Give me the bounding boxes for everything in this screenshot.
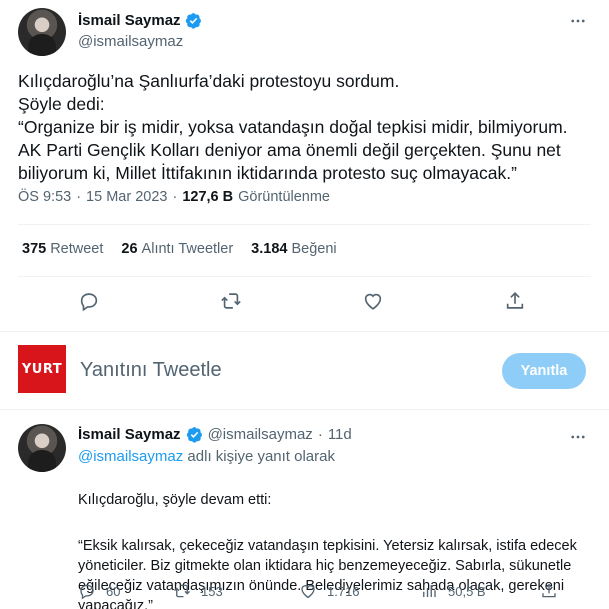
quotes-stat[interactable]: 26 Alıntı Tweetler [121, 241, 233, 257]
like-action[interactable]: 1.716 [299, 582, 420, 600]
replying-to: @ismailsaymaz adlı kişiye yanıt olarak [78, 448, 335, 465]
views-icon[interactable] [420, 582, 438, 600]
more-icon[interactable] [567, 10, 589, 32]
likes-count: 1.716 [327, 583, 360, 599]
author-name-row[interactable]: İsmail Saymaz [78, 12, 202, 29]
retweets-stat[interactable]: 375 Retweet [22, 241, 103, 257]
likes-label[interactable]: Beğeni [291, 241, 336, 257]
quotes-label[interactable]: Alıntı Tweetler [142, 241, 234, 257]
reply-text-line1: Kılıçdaroğlu, şöyle devam etti: [78, 492, 272, 508]
reply-tweet[interactable]: İsmail Saymaz @ismailsaymaz · 11d @ismai… [0, 410, 609, 609]
author-handle[interactable]: @ismailsaymaz [78, 33, 183, 50]
replying-mention[interactable]: @ismailsaymaz [78, 448, 183, 465]
likes-stat[interactable]: 3.184 Beğeni [251, 241, 336, 257]
author-name[interactable]: İsmail Saymaz [78, 426, 181, 443]
views-action[interactable]: 50,5 B [420, 582, 540, 600]
views-count: 50,5 B [448, 583, 486, 599]
replies-count: 60 [106, 583, 121, 599]
tweet-time[interactable]: ÖS 9:53 [18, 189, 71, 205]
replying-suffix: adlı kişiye yanıt olarak [187, 448, 335, 465]
tweet-text: Kılıçdaroğlu’na Şanlıurfa’daki protestoy… [18, 71, 568, 183]
verified-badge-icon [185, 13, 201, 29]
divider [18, 224, 591, 225]
author-avatar[interactable] [18, 424, 66, 472]
main-tweet: İsmail Saymaz @ismailsaymaz Kılıçdaroğlu… [0, 0, 609, 332]
reply-header: İsmail Saymaz @ismailsaymaz · 11d [78, 426, 352, 443]
reply-actions: 60 153 1.716 50,5 B [78, 582, 558, 600]
meta-separator: · [76, 189, 82, 205]
retweets-count[interactable]: 375 [22, 241, 46, 257]
tweet-actions [0, 290, 609, 314]
meta-separator: · [172, 189, 178, 205]
like-icon[interactable] [362, 290, 384, 312]
tweet-age[interactable]: 11d [328, 426, 352, 443]
likes-count[interactable]: 3.184 [251, 241, 287, 257]
reply-action[interactable]: 60 [78, 582, 173, 600]
retweets-count: 153 [201, 583, 223, 599]
share-action[interactable] [540, 582, 558, 600]
share-icon[interactable] [504, 290, 526, 312]
tweet-stats: 375 Retweet 26 Alıntı Tweetler 3.184 Beğ… [22, 241, 337, 257]
retweet-icon[interactable] [173, 582, 191, 600]
verified-badge-icon [186, 427, 202, 443]
retweet-icon[interactable] [220, 290, 242, 312]
author-handle[interactable]: @ismailsaymaz [208, 426, 313, 443]
divider [18, 276, 591, 277]
header-separator: · [317, 426, 323, 443]
views-count[interactable]: 127,6 B [182, 189, 233, 205]
user-avatar-yurt-logo[interactable]: YURT [18, 345, 66, 393]
tweet-meta: ÖS 9:53 · 15 Mar 2023 · 127,6 B Görüntül… [18, 189, 330, 205]
views-label[interactable]: Görüntülenme [238, 189, 330, 205]
logo-text: YURT [21, 361, 63, 377]
reply-icon[interactable] [78, 290, 100, 312]
retweets-label[interactable]: Retweet [50, 241, 103, 257]
share-icon[interactable] [540, 582, 558, 600]
more-icon[interactable] [567, 426, 589, 448]
retweet-action[interactable]: 153 [173, 582, 299, 600]
reply-input[interactable]: Yanıtını Tweetle [80, 359, 222, 382]
author-name[interactable]: İsmail Saymaz [78, 12, 181, 29]
reply-button[interactable]: Yanıtla [502, 353, 586, 389]
tweet-date[interactable]: 15 Mar 2023 [86, 189, 167, 205]
like-icon[interactable] [299, 582, 317, 600]
quotes-count[interactable]: 26 [121, 241, 137, 257]
reply-icon[interactable] [78, 582, 96, 600]
author-avatar[interactable] [18, 8, 66, 56]
